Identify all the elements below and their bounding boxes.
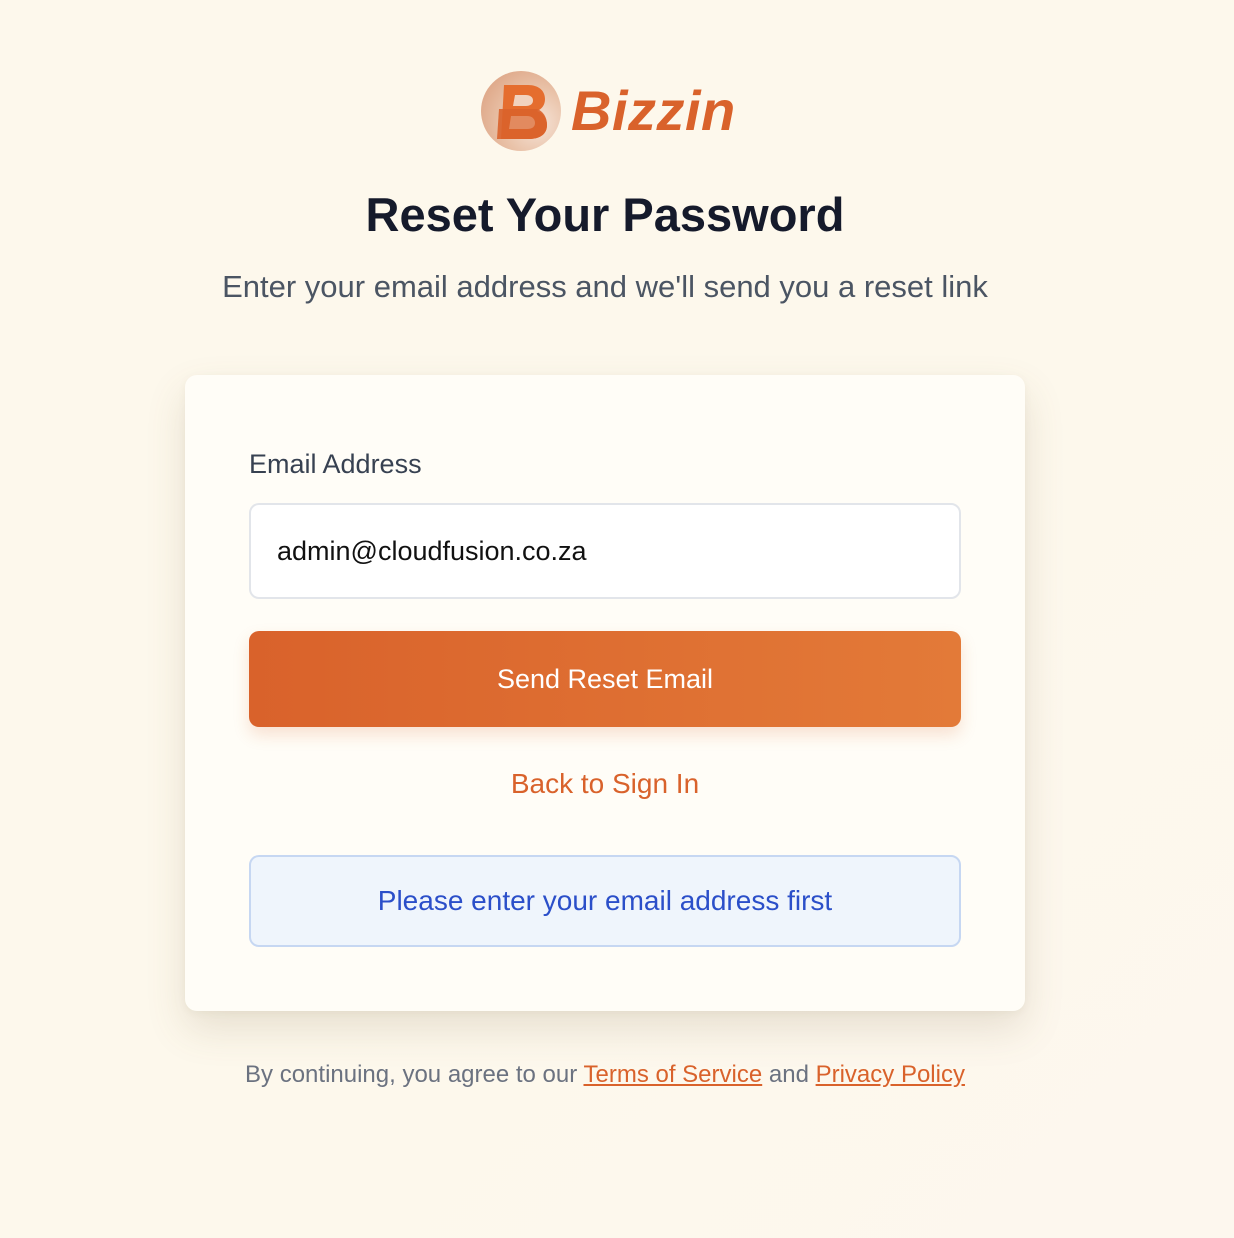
page-title: Reset Your Password	[365, 188, 845, 241]
legal-footer: By continuing, you agree to our Terms of…	[0, 1058, 1210, 1092]
brand-logo: Bizzin	[481, 70, 736, 152]
email-field[interactable]	[249, 503, 961, 599]
terms-of-service-link[interactable]: Terms of Service	[583, 1061, 762, 1088]
legal-footer-prefix: By continuing, you agree to our	[245, 1061, 584, 1088]
info-notice: Please enter your email address first	[249, 855, 961, 947]
bizzin-b-logo-icon	[481, 71, 561, 151]
email-field-label: Email Address	[249, 449, 422, 479]
privacy-policy-link[interactable]: Privacy Policy	[816, 1061, 965, 1088]
back-to-sign-in-link[interactable]: Back to Sign In	[249, 764, 961, 804]
info-notice-text: Please enter your email address first	[377, 885, 833, 916]
page-subtitle: Enter your email address and we'll send …	[222, 269, 988, 304]
send-reset-email-button[interactable]: Send Reset Email	[249, 631, 961, 727]
legal-footer-joiner: and	[762, 1061, 816, 1088]
brand-name: Bizzin	[571, 79, 736, 142]
